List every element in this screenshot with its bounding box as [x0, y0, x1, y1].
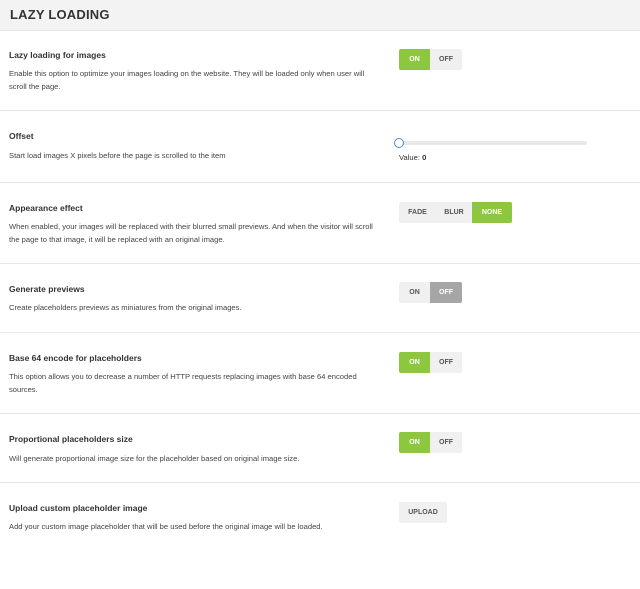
toggle-on-button[interactable]: ON — [399, 432, 430, 453]
section-header: LAZY LOADING — [0, 0, 640, 31]
toggle-on-button[interactable]: ON — [399, 282, 430, 303]
setting-base64: Base 64 encode for placeholders This opt… — [0, 333, 640, 414]
appearance-blur-button[interactable]: BLUR — [436, 202, 472, 223]
setting-upload: Upload custom placeholder image Add your… — [0, 483, 640, 543]
setting-lazy-images: Lazy loading for images Enable this opti… — [0, 31, 640, 111]
setting-label: Appearance effect — [9, 203, 83, 213]
proportional-toggle: ON OFF — [399, 432, 462, 453]
setting-description: Will generate proportional image size fo… — [9, 454, 300, 463]
toggle-off-button[interactable]: OFF — [430, 352, 462, 373]
appearance-none-button[interactable]: NONE — [472, 202, 512, 223]
setting-label: Lazy loading for images — [9, 50, 106, 60]
toggle-on-button[interactable]: ON — [399, 49, 430, 70]
setting-label: Offset — [9, 131, 34, 141]
toggle-on-button[interactable]: ON — [399, 352, 430, 373]
offset-slider-track[interactable] — [398, 141, 587, 145]
section-title: LAZY LOADING — [10, 7, 110, 22]
setting-description: Create placeholders previews as miniatur… — [9, 303, 242, 312]
setting-appearance: Appearance effect When enabled, your ima… — [0, 183, 640, 264]
setting-description: Add your custom image placeholder that w… — [9, 522, 323, 531]
setting-label: Base 64 encode for placeholders — [9, 353, 142, 363]
setting-offset: Offset Start load images X pixels before… — [0, 111, 640, 183]
base64-toggle: ON OFF — [399, 352, 462, 373]
setting-description: When enabled, your images will be replac… — [9, 222, 373, 244]
value-label: Value: — [399, 153, 420, 162]
previews-toggle: ON OFF — [399, 282, 462, 303]
offset-value-readout: Value: 0 — [399, 153, 426, 162]
setting-label: Upload custom placeholder image — [9, 503, 148, 513]
setting-description: Enable this option to optimize your imag… — [9, 69, 365, 91]
appearance-fade-button[interactable]: FADE — [399, 202, 436, 223]
setting-description: Start load images X pixels before the pa… — [9, 151, 226, 160]
setting-label: Generate previews — [9, 284, 85, 294]
upload-button[interactable]: UPLOAD — [399, 502, 447, 523]
toggle-off-button[interactable]: OFF — [430, 49, 462, 70]
lazy-images-toggle: ON OFF — [399, 49, 462, 70]
setting-description: This option allows you to decrease a num… — [9, 372, 357, 394]
setting-label: Proportional placeholders size — [9, 434, 133, 444]
toggle-off-button[interactable]: OFF — [430, 432, 462, 453]
offset-slider-handle[interactable] — [394, 138, 404, 148]
value-number: 0 — [422, 153, 427, 162]
setting-proportional: Proportional placeholders size Will gene… — [0, 414, 640, 483]
appearance-selector: FADE BLUR NONE — [399, 202, 512, 223]
setting-previews: Generate previews Create placeholders pr… — [0, 264, 640, 333]
toggle-off-button[interactable]: OFF — [430, 282, 462, 303]
